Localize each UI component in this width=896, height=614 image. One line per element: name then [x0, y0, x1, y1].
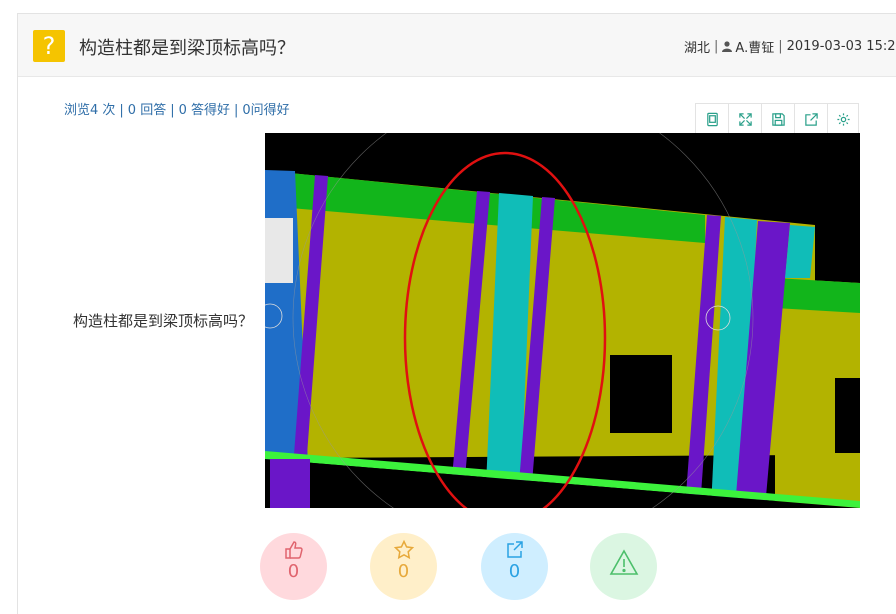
asked-good-count: 0问得好	[242, 103, 290, 118]
share-icon	[506, 541, 523, 558]
good-answers-count: 0 答得好	[178, 103, 230, 118]
like-count: 0	[287, 561, 300, 582]
share-icon[interactable]	[795, 104, 828, 135]
question-title: 构造柱都是到梁顶标高吗？	[79, 38, 295, 59]
author-link[interactable]: A.曹钲	[735, 37, 774, 56]
region-label: 湖北	[684, 41, 711, 56]
like-button[interactable]: 0	[260, 533, 327, 600]
favorite-button[interactable]: 0	[370, 533, 437, 600]
user-icon	[722, 41, 733, 52]
share-button[interactable]: 0	[481, 533, 548, 600]
report-button[interactable]	[590, 533, 657, 600]
question-header: ? 构造柱都是到梁顶标高吗？ 湖北 | A.曹钲 | 2019-03-03 15…	[18, 14, 896, 77]
question-body: 构造柱都是到梁顶标高吗？	[73, 312, 254, 330]
views-count: 浏览4 次	[64, 103, 116, 118]
favorite-count: 0	[397, 561, 410, 582]
separator: |	[714, 39, 719, 54]
question-mark-icon: ?	[33, 30, 65, 62]
settings-icon[interactable]	[828, 104, 858, 135]
share-count: 0	[508, 561, 521, 582]
save-icon[interactable]	[762, 104, 795, 135]
thumbs-up-icon	[284, 541, 303, 559]
warning-icon	[609, 549, 638, 575]
question-card: ? 构造柱都是到梁顶标高吗？ 湖北 | A.曹钲 | 2019-03-03 15…	[17, 13, 896, 614]
bim-model-render	[265, 133, 860, 508]
post-datetime: 2019-03-03 15:2	[786, 39, 896, 54]
separator: |	[778, 39, 783, 54]
tablet-icon[interactable]	[696, 104, 729, 135]
question-image[interactable]	[265, 133, 860, 508]
star-icon	[393, 539, 414, 560]
question-stats: 浏览4 次 | 0 回答 | 0 答得好 | 0问得好	[64, 103, 290, 118]
question-meta: 湖北 | A.曹钲 | 2019-03-03 15:2	[684, 37, 895, 56]
expand-icon[interactable]	[729, 104, 762, 135]
answers-count: 0 回答	[127, 103, 167, 118]
image-toolbar	[695, 103, 859, 136]
